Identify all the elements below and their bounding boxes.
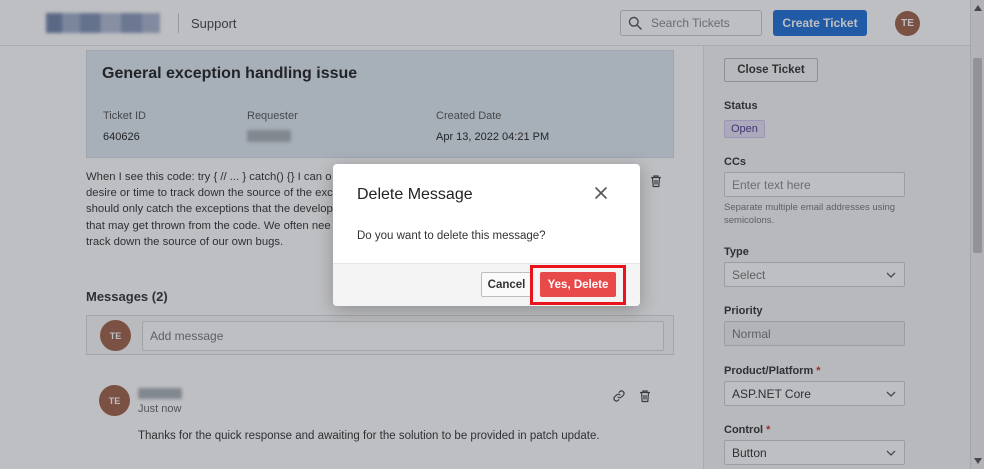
dialog-title: Delete Message (357, 186, 473, 203)
yes-delete-button[interactable]: Yes, Delete (540, 272, 616, 297)
close-icon[interactable] (594, 186, 608, 200)
dialog-footer: Cancel Yes, Delete (333, 263, 640, 306)
cancel-button[interactable]: Cancel (481, 272, 532, 297)
delete-message-dialog: Delete Message Do you want to delete thi… (333, 164, 640, 306)
dialog-message: Do you want to delete this message? (357, 230, 546, 242)
